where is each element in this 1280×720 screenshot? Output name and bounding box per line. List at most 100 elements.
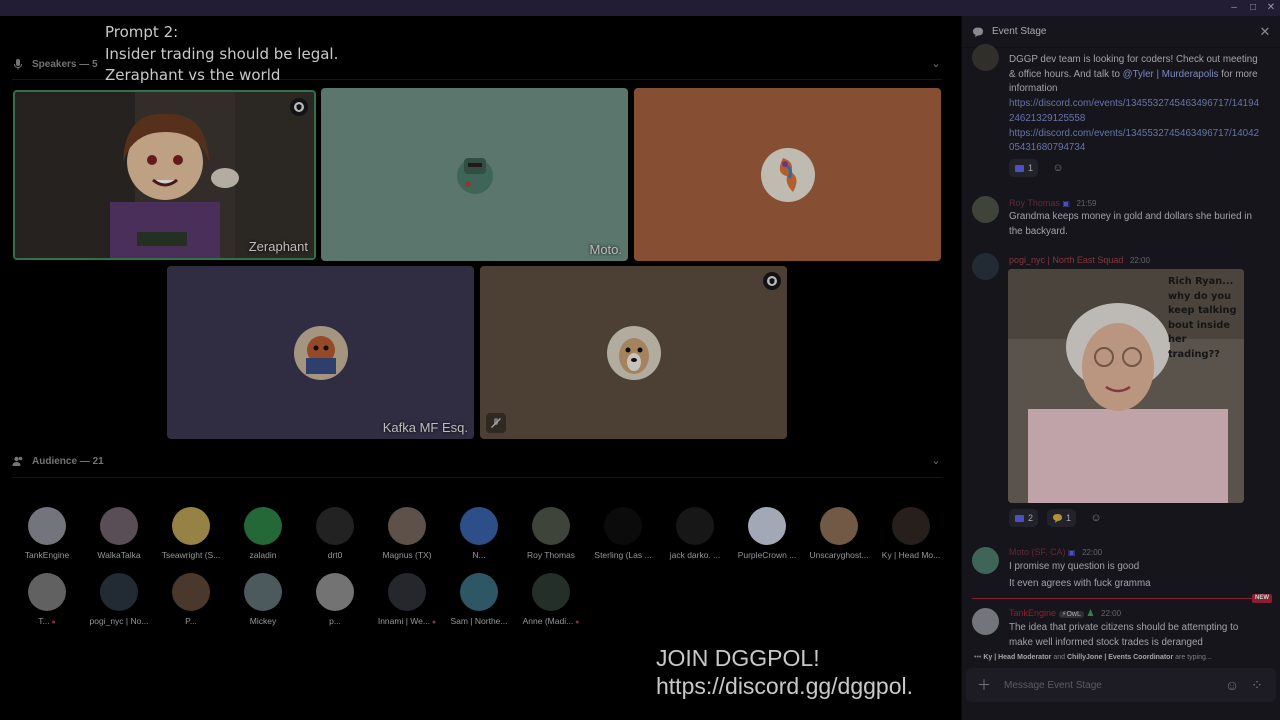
message-text: DGGP dev team is looking for coders! Che… (1009, 53, 1264, 156)
audience-name: T... ● (11, 616, 83, 626)
attach-plus-icon[interactable]: ＋ (976, 677, 992, 693)
audience-avatar (28, 573, 66, 611)
apps-icon[interactable]: ⁘ (1249, 677, 1265, 693)
audience-name-text: N... (472, 550, 486, 560)
add-reaction-icon[interactable]: ☺ (1051, 161, 1065, 175)
timestamp: 22:00 (1129, 256, 1150, 265)
status-dot-icon: ● (429, 619, 437, 626)
close-panel-button[interactable]: ✕ (1258, 25, 1272, 39)
audience-member[interactable]: pogi_nyc | No... (83, 573, 155, 626)
reaction-pill[interactable]: 2 (1009, 509, 1039, 527)
audience-member[interactable]: N... (443, 507, 515, 560)
audience-member[interactable]: P... (155, 573, 227, 626)
moderator-shield-icon (290, 98, 308, 116)
audience-name: Roy Thomas (515, 550, 587, 560)
microphone-icon (14, 59, 22, 70)
timestamp: 22:00 (1082, 548, 1103, 557)
author-name[interactable]: Moto (SF, CA) (1009, 547, 1066, 557)
audience-member[interactable]: Unscaryghost... (803, 507, 875, 560)
audience-name: Ky | Head Mo... (875, 550, 947, 560)
close-window-button[interactable]: ✕ (1265, 2, 1277, 14)
grandma-meme-image[interactable]: Rich Ryan... why do you keep talking bou… (1008, 269, 1244, 503)
audience-name: Anne (Madi... ● (515, 616, 587, 626)
speaker-avatar (760, 147, 815, 202)
moto-avatar (457, 158, 493, 194)
speaker-tile-kafka[interactable]: Kafka MF Esq. (167, 266, 474, 439)
audience-member[interactable]: PurpleCrown ... (731, 507, 803, 560)
audience-name: Unscaryghost... (803, 550, 875, 560)
audience-member[interactable]: zaladin (227, 507, 299, 560)
reaction-pill[interactable]: 1 (1047, 509, 1077, 527)
audience-name: zaladin (227, 550, 299, 560)
audience-name-text: drt0 (327, 550, 343, 560)
audience-name-text: Sterling (Las ... (594, 550, 652, 560)
speaker-name: Zeraphant (248, 239, 308, 254)
event-link[interactable]: https://discord.com/events/1345532745463… (1009, 97, 1264, 126)
minimize-button[interactable]: ‒ (1228, 2, 1240, 14)
audience-member[interactable]: jack darko. ... (659, 507, 731, 560)
panel-header: Event Stage (962, 16, 1280, 48)
reaction-count: 1 (1028, 163, 1034, 173)
audience-avatar (100, 573, 138, 611)
speaker-tile-moto[interactable]: Moto. (321, 88, 628, 261)
audience-avatar (244, 507, 282, 545)
avatar (972, 44, 999, 71)
collapse-audience-chevron-icon[interactable]: ⌄ (930, 455, 942, 467)
audience-member[interactable]: Magnus (TX) (371, 507, 443, 560)
speaker-tile-3[interactable] (634, 88, 941, 261)
message-meta: pogi_nyc | North East Squad 22:00 (1009, 255, 1150, 265)
ticket-emoji-icon (1015, 514, 1024, 522)
message-input[interactable] (1004, 677, 1214, 693)
audience-member[interactable]: Anne (Madi... ● (515, 573, 587, 626)
typing-indicator: ••• Ky | Head Moderator and ChillyJone |… (974, 654, 1212, 661)
audience-member[interactable]: Roy Thomas (515, 507, 587, 560)
audience-member[interactable]: Tseawright (S... (155, 507, 227, 560)
audience-member[interactable]: p... (299, 573, 371, 626)
ticket-emoji-icon (1015, 164, 1024, 172)
message-text: Grandma keeps money in gold and dollars … (1009, 211, 1252, 237)
message-line: It even agrees with fuck gramma (1009, 578, 1151, 589)
audience-member[interactable]: TankEngine (11, 507, 83, 560)
speaker-avatar (293, 325, 348, 380)
audience-name-text: Ky | Head Mo... (881, 550, 941, 560)
maximize-button[interactable]: □ (1247, 2, 1259, 14)
audience-avatar (388, 573, 426, 611)
author-name[interactable]: Roy Thomas (1009, 198, 1060, 208)
audience-member[interactable]: drt0 (299, 507, 371, 560)
emoji-icon[interactable]: ☺ (1224, 677, 1240, 693)
message-meta: TankEngine ⚡OwL ♟ 22:00 (1009, 608, 1121, 619)
audience-member[interactable]: Sterling (Las ... (587, 507, 659, 560)
speaker-tile-5[interactable] (480, 266, 787, 439)
author-name[interactable]: TankEngine (1009, 608, 1056, 618)
status-dot-icon: ● (573, 619, 580, 626)
audience-member[interactable]: Mickey (227, 573, 299, 626)
audience-name: Mickey (227, 616, 299, 626)
audience-member[interactable]: Sam | Northe... (443, 573, 515, 626)
audience-name: TankEngine (11, 550, 83, 560)
author-name[interactable]: pogi_nyc | North East Squad (1009, 255, 1123, 265)
speaker-tile-zeraphant[interactable]: Zeraphant (13, 90, 316, 260)
audience-member[interactable]: Ky | Head Mo... (875, 507, 947, 560)
audience-name: Tseawright (S... (155, 550, 227, 560)
audience-count-label: Audience — 21 (32, 455, 104, 467)
message-line: I promise my question is good (1009, 561, 1140, 572)
audience-avatar (892, 507, 930, 545)
audience-avatar (532, 507, 570, 545)
audience-member[interactable]: Innami | We... ● (371, 573, 443, 626)
event-link[interactable]: https://discord.com/events/1345532745463… (1009, 127, 1264, 156)
audience-avatar (676, 507, 714, 545)
audience-member[interactable]: T... ● (11, 573, 83, 626)
reaction-pill[interactable]: 1 (1009, 159, 1039, 177)
speakers-header: Speakers — 5 (12, 54, 98, 74)
typing-text: are typing... (1173, 654, 1212, 661)
add-reaction-icon[interactable]: ☺ (1089, 511, 1103, 525)
meme-caption: Rich Ryan... why do you keep talking bou… (1168, 276, 1237, 360)
user-mention[interactable]: @Tyler | Murderapolis (1123, 69, 1219, 80)
audience-member[interactable]: WalkaTalka (83, 507, 155, 560)
timestamp: 21:59 (1076, 199, 1097, 208)
ticket-badge-icon: ▣ (1062, 199, 1070, 208)
collapse-speakers-chevron-icon[interactable]: ⌄ (930, 58, 942, 70)
status-dot-icon: ● (49, 619, 56, 626)
avatar (972, 253, 999, 280)
audience-name-text: P... (185, 616, 197, 626)
